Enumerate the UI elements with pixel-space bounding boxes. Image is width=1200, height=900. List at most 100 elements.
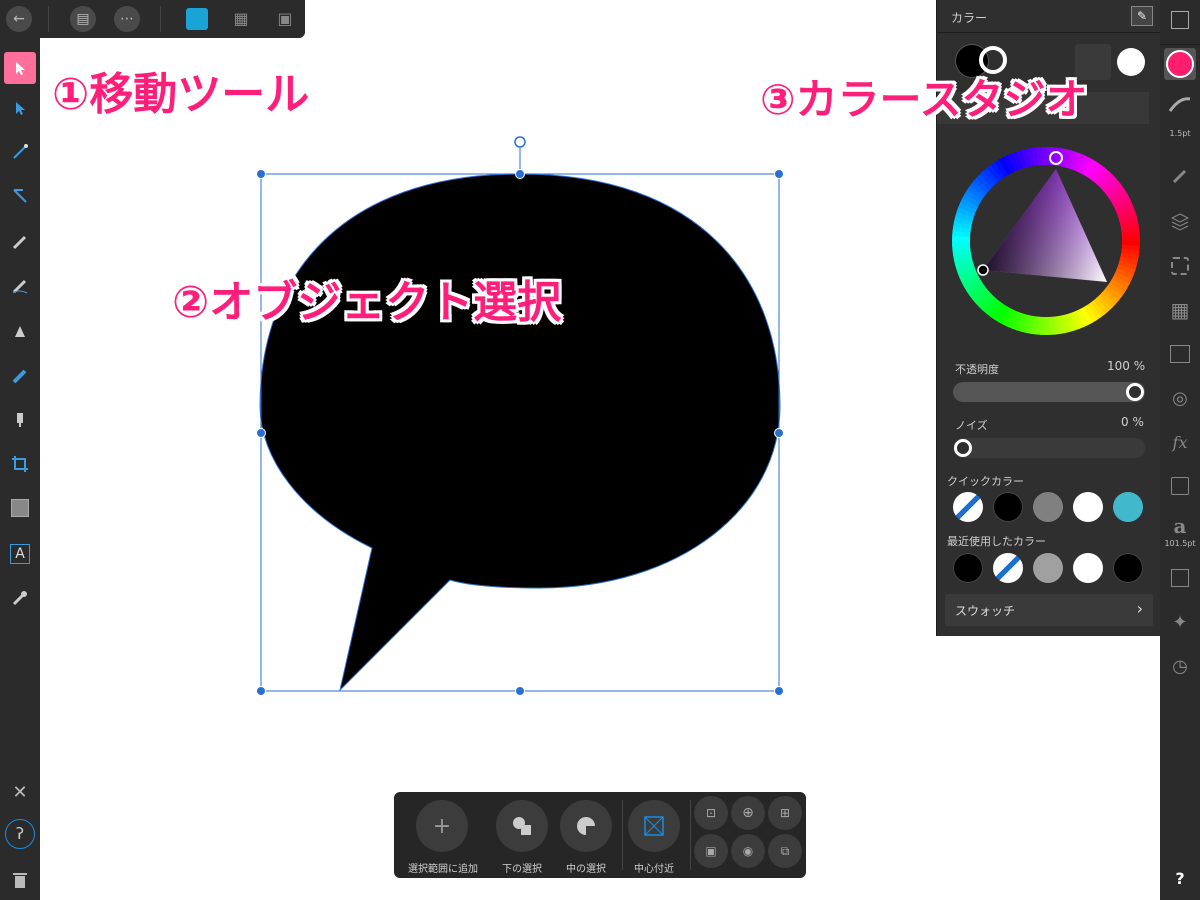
noise-slider[interactable] xyxy=(953,438,1145,458)
handle-top-left xyxy=(256,169,266,179)
pen-tool-icon[interactable] xyxy=(4,316,36,348)
opacity-slider[interactable] xyxy=(953,382,1145,402)
text-styles-icon[interactable]: a xyxy=(1164,510,1196,542)
panel-title: カラー xyxy=(951,11,988,25)
handle-right xyxy=(774,428,784,438)
rectangle-tool-icon[interactable] xyxy=(4,492,36,524)
align-center-icon[interactable]: ⊞ xyxy=(768,796,802,830)
white-well[interactable] xyxy=(1117,48,1145,76)
annotation-object-select: ②オブジェクト選択 xyxy=(172,277,562,328)
pin-icon[interactable]: ✎ xyxy=(1131,6,1153,26)
transparency-tool-icon[interactable] xyxy=(4,404,36,436)
quick-colors-label: クイックカラー xyxy=(947,475,1024,488)
navigator-icon[interactable]: ✦ xyxy=(1164,606,1196,638)
color-wheel[interactable] xyxy=(951,146,1141,336)
quick-color-swatch[interactable] xyxy=(1073,492,1103,522)
recent-color-swatch[interactable] xyxy=(1033,553,1063,583)
swatches-grid-icon[interactable]: ▦ xyxy=(1164,294,1196,326)
select-below-label: 下の選択 xyxy=(502,864,542,875)
swatches-label: スウォッチ xyxy=(955,604,1016,618)
handle-top xyxy=(515,169,525,179)
pencil-tool-icon[interactable] xyxy=(4,226,36,258)
recent-color-swatch[interactable] xyxy=(953,553,983,583)
export-persona-icon[interactable]: ▣ xyxy=(274,8,296,30)
arrange-icon[interactable]: ⧉ xyxy=(768,834,802,868)
fill-tool-icon[interactable] xyxy=(4,360,36,392)
handle-bottom-right xyxy=(774,686,784,696)
recent-colors-label: 最近使用したカラー xyxy=(947,535,1046,548)
select-below-button[interactable] xyxy=(496,800,548,852)
context-toolbar: + 選択範囲に追加 下の選択 中の選択 中心付近 ⊡ ⊕ ⊞ ▣ ◉ ⧉ xyxy=(394,792,806,878)
rotate-handle xyxy=(514,136,526,148)
font-size-label: 101.5pt xyxy=(1164,539,1196,548)
handle-bottom-left xyxy=(256,686,266,696)
pixel-persona-icon[interactable]: ▦ xyxy=(230,8,252,30)
add-selection-label: 選択範囲に追加 xyxy=(408,864,478,875)
handle-top-right xyxy=(774,169,784,179)
history-icon[interactable]: ◷ xyxy=(1164,650,1196,682)
studio-bar: 1.5pt ▦ ◎ fx a 101.5pt ✦ ◷ ? xyxy=(1160,0,1200,900)
canvas[interactable] xyxy=(40,38,936,900)
stroke-studio-icon[interactable] xyxy=(1164,88,1196,120)
color-studio-icon[interactable] xyxy=(1164,48,1196,80)
crop-tool-icon[interactable] xyxy=(4,448,36,480)
annotation-color-studio: ③カラースタジオ xyxy=(760,75,1088,124)
visibility-icon[interactable]: ◉ xyxy=(731,834,765,868)
tools-panel: A ✕ ʔ xyxy=(0,38,40,900)
designer-persona-icon[interactable] xyxy=(186,8,208,30)
frame-select-icon[interactable]: ▣ xyxy=(694,834,728,868)
corner-tool-icon[interactable] xyxy=(4,136,36,168)
select-inside-label: 中の選択 xyxy=(566,864,606,875)
select-inside-button[interactable] xyxy=(560,800,612,852)
recent-color-swatch[interactable] xyxy=(993,553,1023,583)
top-toolbar: ← ▤ ⋯ ▦ ▣ xyxy=(0,0,305,38)
more-icon[interactable]: ⋯ xyxy=(114,6,140,32)
handle-bottom xyxy=(515,686,525,696)
fill-color-swatch xyxy=(1166,50,1194,78)
recent-color-swatch[interactable] xyxy=(1113,553,1143,583)
handle-left xyxy=(256,428,266,438)
fx-icon[interactable]: fx xyxy=(1164,426,1196,458)
assets-icon[interactable] xyxy=(1164,470,1196,502)
recent-color-swatch[interactable] xyxy=(1073,553,1103,583)
snapping-icon[interactable]: ʔ xyxy=(4,818,36,850)
effects-frame-icon[interactable] xyxy=(1164,250,1196,282)
quick-color-swatch[interactable] xyxy=(1113,492,1143,522)
noise-label: ノイズ xyxy=(955,419,988,432)
document-icon[interactable]: ▤ xyxy=(70,6,96,32)
stroke-width-label: 1.5pt xyxy=(1169,129,1191,138)
near-center-label: 中心付近 xyxy=(634,864,674,875)
appearance-icon[interactable]: ◎ xyxy=(1164,382,1196,414)
image-icon[interactable] xyxy=(1164,338,1196,370)
point-transform-icon[interactable] xyxy=(4,180,36,212)
transform-icon[interactable] xyxy=(1164,562,1196,594)
chevron-right-icon: › xyxy=(1136,599,1143,618)
quick-color-swatch[interactable] xyxy=(953,492,983,522)
annotation-move-tool: ①移動ツール xyxy=(52,69,310,120)
swatches-button[interactable]: スウォッチ › xyxy=(945,594,1153,626)
near-center-button[interactable] xyxy=(628,800,680,852)
back-icon[interactable]: ← xyxy=(6,6,32,32)
sv-handle xyxy=(977,264,989,276)
add-to-selection-button[interactable]: + xyxy=(416,800,468,852)
close-icon[interactable]: ✕ xyxy=(4,776,36,808)
opacity-label: 不透明度 xyxy=(955,363,999,376)
vector-brush-icon[interactable] xyxy=(4,270,36,302)
node-tool-icon[interactable] xyxy=(4,92,36,124)
trash-icon[interactable] xyxy=(4,864,36,896)
crosshair-icon[interactable]: ⊕ xyxy=(731,796,765,830)
text-tool-icon[interactable]: A xyxy=(4,538,36,570)
opacity-value: 100 % xyxy=(1107,359,1146,373)
speech-bubble-object[interactable] xyxy=(259,173,781,692)
transform-origin-icon[interactable]: ⊡ xyxy=(694,796,728,830)
color-picker-icon[interactable] xyxy=(4,582,36,614)
fullscreen-icon[interactable] xyxy=(1164,4,1196,36)
move-tool-icon[interactable] xyxy=(4,52,36,84)
noise-value: 0 % xyxy=(1121,415,1144,429)
help-icon[interactable]: ? xyxy=(1164,862,1196,894)
noise-knob xyxy=(954,439,972,457)
quick-color-swatch[interactable] xyxy=(993,492,1023,522)
layers-icon[interactable] xyxy=(1164,206,1196,238)
quick-color-swatch[interactable] xyxy=(1033,492,1063,522)
brushes-icon[interactable] xyxy=(1164,160,1196,192)
